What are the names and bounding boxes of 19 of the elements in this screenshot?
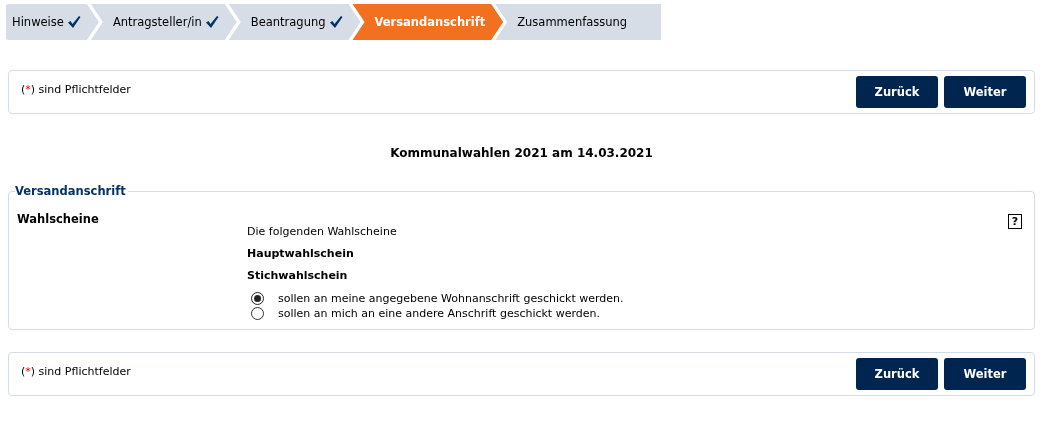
back-button[interactable]: Zurück — [856, 358, 938, 390]
field-label: Wahlscheine — [17, 212, 99, 228]
help-button[interactable]: ? — [1008, 214, 1022, 229]
page-heading: Kommunalwahlen 2021 am 14.03.2021 — [389, 146, 654, 160]
wizard-step[interactable]: Antragsteller/in — [90, 4, 237, 40]
option-label[interactable]: sollen an mich an eine andere Anschrift geschickt werden. — [278, 307, 600, 320]
wizard-step[interactable]: Zusammenfassung — [495, 4, 662, 40]
required-fields-note: (*) sind Pflichtfelder — [21, 364, 131, 380]
back-button[interactable]: Zurück — [856, 76, 938, 108]
next-button[interactable]: Weiter — [944, 76, 1026, 108]
required-fields-note: (*) sind Pflichtfelder — [21, 82, 131, 98]
wizard-step[interactable]: Hinweise — [6, 4, 99, 40]
fieldset-legend: Versandanschrift — [15, 184, 128, 198]
next-button[interactable]: Weiter — [944, 358, 1026, 390]
ballot-name: Hauptwahlschein — [247, 247, 355, 260]
wizard-step[interactable]: Beantragung — [228, 4, 361, 40]
option-label[interactable]: sollen an meine angegebene Wohnanschrift geschickt werden. — [278, 292, 624, 305]
intro-text: Die folgenden Wahlscheine — [247, 225, 398, 238]
ballot-name: Stichwahlschein — [247, 269, 349, 282]
